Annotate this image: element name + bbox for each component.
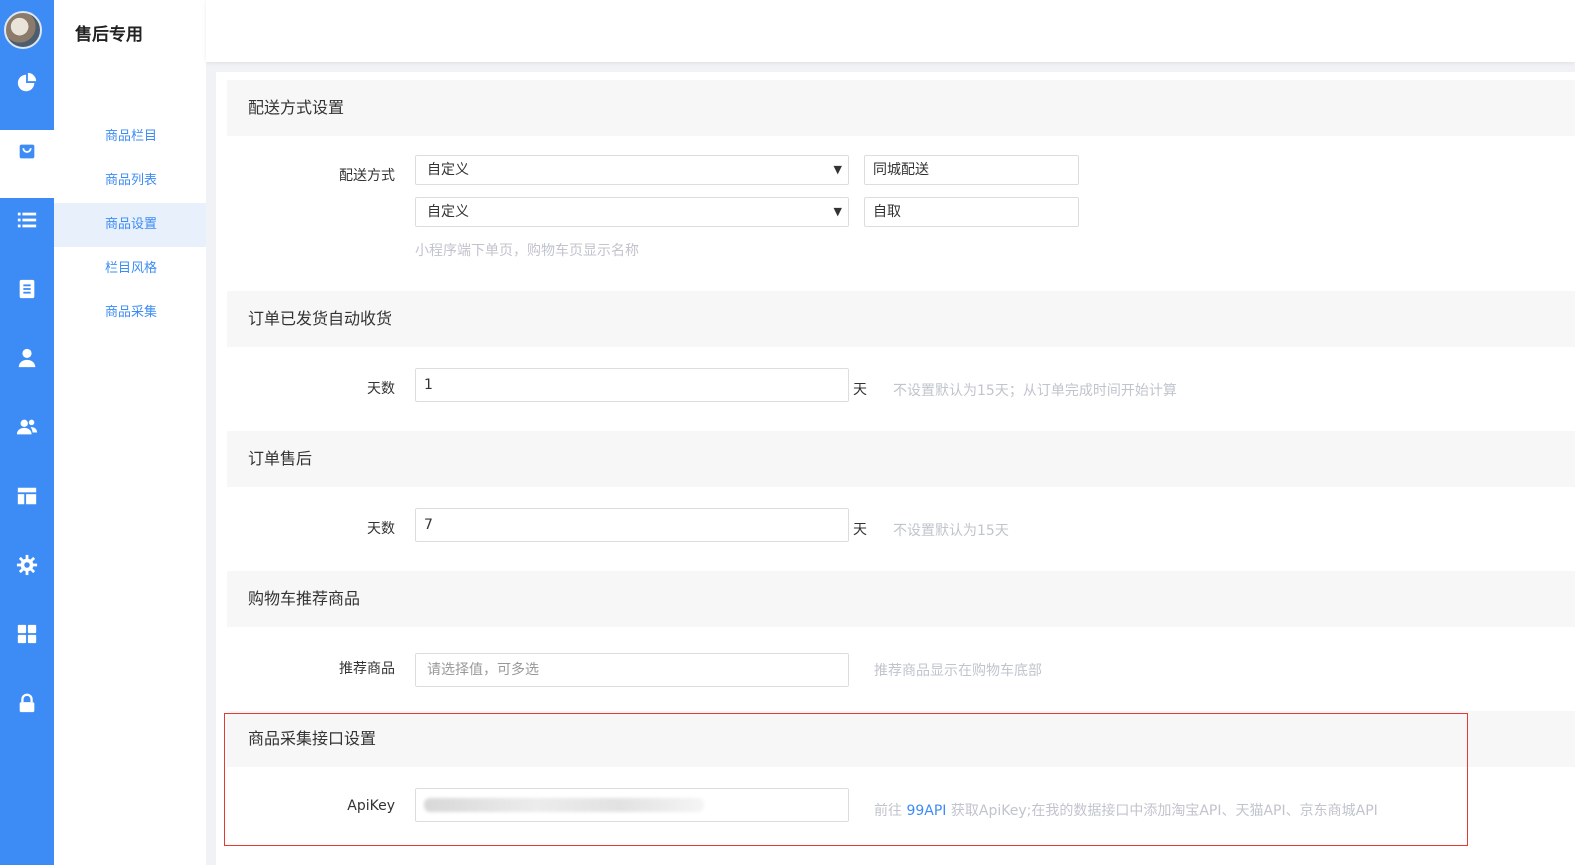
delivery-name-input-1[interactable]: 同城配送 bbox=[864, 155, 1079, 185]
delivery-type-select-1[interactable]: 自定义 ▼ bbox=[415, 155, 849, 185]
select-value: 自定义 bbox=[427, 162, 469, 178]
delivery-label: 配送方式 bbox=[339, 168, 395, 184]
auto-receive-label: 天数 bbox=[367, 381, 395, 397]
lock-icon bbox=[19, 693, 35, 713]
rail-item-diy[interactable]: DIY bbox=[0, 475, 100, 543]
top-bar bbox=[206, 0, 1575, 62]
auto-receive-unit: 天 bbox=[853, 382, 867, 398]
layout-icon bbox=[17, 487, 37, 505]
app-title: 售后专用 bbox=[75, 25, 143, 45]
delivery-hint: 小程序端下单页，购物车页显示名称 bbox=[415, 243, 639, 259]
highlight-box bbox=[224, 713, 1468, 846]
section-auto-receive-title: 订单已发货自动收货 bbox=[227, 291, 1575, 347]
submenu-item-categories[interactable]: 商品栏目 bbox=[54, 115, 206, 159]
section-after-sale-title: 订单售后 bbox=[227, 431, 1575, 487]
rail-item-users[interactable]: 用户 bbox=[0, 337, 100, 405]
rail-item-orders[interactable]: 订单 bbox=[0, 268, 100, 336]
submenu-item-goods-collect[interactable]: 商品采集 bbox=[54, 291, 206, 335]
users-icon bbox=[16, 419, 38, 435]
caret-down-icon: ▼ bbox=[833, 163, 842, 176]
cart-recommend-multiselect[interactable]: 请选择值，可多选 bbox=[415, 653, 849, 687]
rail-item-apps[interactable]: 应用 bbox=[0, 613, 100, 681]
submenu-item-goods-settings[interactable]: 商品设置 bbox=[54, 203, 206, 247]
delivery-name-input-2[interactable]: 自取 bbox=[864, 197, 1079, 227]
rail-item-content[interactable]: 内容 bbox=[0, 199, 100, 267]
gear-icon bbox=[16, 554, 38, 576]
submenu-item-category-style[interactable]: 栏目风格 bbox=[54, 247, 206, 291]
sub-menu: 售后专用 商品栏目 商品列表 商品设置 栏目风格 商品采集 bbox=[54, 0, 206, 865]
rail-item-goods[interactable]: 商品 bbox=[0, 130, 100, 198]
pie-chart-icon bbox=[17, 72, 37, 92]
section-cart-recommend-title: 购物车推荐商品 bbox=[227, 571, 1575, 627]
auto-receive-hint: 不设置默认为15天；从订单完成时间开始计算 bbox=[893, 383, 1177, 399]
after-sale-label: 天数 bbox=[367, 521, 395, 537]
section-delivery-title: 配送方式设置 bbox=[227, 80, 1575, 136]
document-icon bbox=[19, 279, 35, 299]
submenu-item-goods-list[interactable]: 商品列表 bbox=[54, 159, 206, 203]
caret-down-icon: ▼ bbox=[833, 205, 842, 218]
icon-rail: 总览 商品 内容 订单 用户 分销 DIY 系统 应用 权限 bbox=[0, 0, 100, 865]
shopping-bag-icon bbox=[19, 144, 35, 159]
list-icon bbox=[17, 212, 37, 228]
after-sale-days-input[interactable]: 7 bbox=[415, 508, 849, 542]
rail-item-permissions[interactable]: 权限 bbox=[0, 682, 100, 750]
grid-icon bbox=[17, 624, 37, 644]
select-value: 自定义 bbox=[427, 204, 469, 220]
after-sale-hint: 不设置默认为15天 bbox=[893, 523, 1009, 539]
auto-receive-days-input[interactable]: 1 bbox=[415, 368, 849, 402]
user-icon bbox=[18, 348, 36, 368]
cart-recommend-label: 推荐商品 bbox=[339, 661, 395, 677]
rail-item-distribution[interactable]: 分销 bbox=[0, 406, 100, 474]
delivery-type-select-2[interactable]: 自定义 ▼ bbox=[415, 197, 849, 227]
rail-item-system[interactable]: 系统 bbox=[0, 544, 100, 612]
cart-recommend-hint: 推荐商品显示在购物车底部 bbox=[874, 663, 1042, 679]
avatar[interactable] bbox=[4, 11, 42, 49]
after-sale-unit: 天 bbox=[853, 522, 867, 538]
rail-item-overview[interactable]: 总览 bbox=[0, 62, 100, 130]
